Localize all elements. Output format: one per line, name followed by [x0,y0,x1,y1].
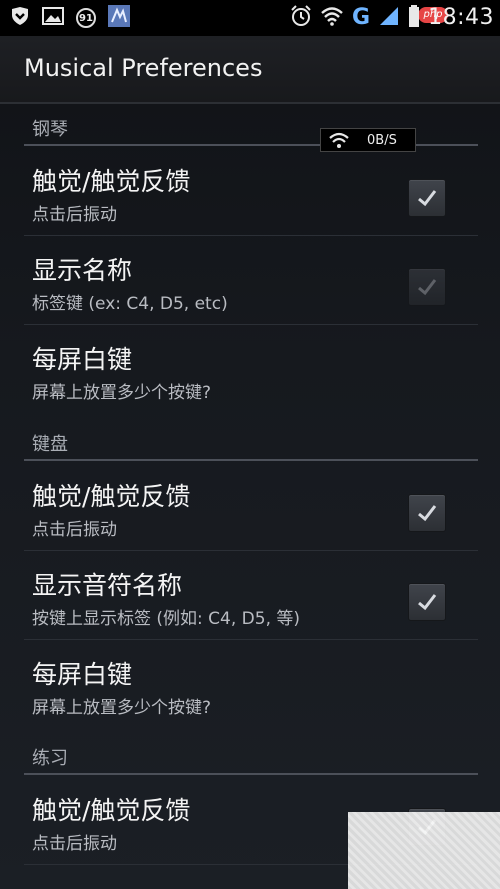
category-label: 键盘 [32,434,68,455]
app-icon [108,5,130,31]
status-bar: 91 php G 18:43 [0,0,500,36]
pref-title: 每屏白键 [32,345,133,374]
keyboard-show-note-names-checkbox[interactable] [408,583,446,621]
pref-title: 触觉/触觉反馈 [32,482,191,511]
checkmark-icon [418,279,437,296]
pref-keyboard-show-note-names[interactable]: 显示音符名称 按键上显示标签 (例如: C4, D5, 等) [24,552,478,640]
pref-keyboard-white-keys-per-screen[interactable]: 每屏白键 屏幕上放置多少个按键? [24,641,478,729]
checkmark-icon [418,505,437,522]
network-type: G [352,5,371,30]
category-label: 钢琴 [32,119,68,140]
page-title: Musical Preferences [24,54,263,82]
category-label: 练习 [32,748,68,769]
piano-show-names-checkbox[interactable] [408,268,446,306]
checkmark-icon [418,190,437,207]
network-speed-text: 0B/S [367,132,397,148]
battery-icon [408,5,420,31]
keyboard-haptic-checkbox[interactable] [408,494,446,532]
pref-title: 每屏白键 [32,660,133,689]
shield-icon [10,6,30,30]
alarm-clock-icon [290,5,312,31]
pref-piano-show-names[interactable]: 显示名称 标签键 (ex: C4, D5, etc) [24,237,478,325]
category-header-practice: 练习 [24,735,478,775]
status-bar-system: G 18:43 [290,4,494,32]
wifi-icon [320,6,344,30]
image-icon [42,7,64,29]
action-bar: Musical Preferences [0,36,500,104]
checkmark-icon [418,594,437,611]
pref-title: 触觉/触觉反馈 [32,167,191,196]
piano-haptic-checkbox[interactable] [408,179,446,217]
category-header-keyboard: 键盘 [24,421,478,461]
pref-title: 触觉/触觉反馈 [32,796,191,825]
app-screen: 91 php G 18:43 Musical Preferences 钢琴 触觉… [0,0,500,889]
pref-summary: 点击后振动 [32,205,117,225]
pref-summary: 标签键 (ex: C4, D5, etc) [32,294,228,314]
network-speed-overlay: 0B/S [320,128,416,152]
clock-time: 18:43 [428,5,494,30]
pref-summary: 点击后振动 [32,834,117,854]
pref-piano-haptic-feedback[interactable]: 触觉/触觉反馈 点击后振动 [24,148,478,236]
pref-summary: 屏幕上放置多少个按键? [32,383,212,403]
pref-summary: 按键上显示标签 (例如: C4, D5, 等) [32,609,301,629]
wifi-icon [329,132,349,148]
pref-summary: 屏幕上放置多少个按键? [32,698,212,718]
pref-title: 显示名称 [32,256,133,285]
signal-icon [378,5,400,31]
pref-keyboard-haptic-feedback[interactable]: 触觉/触觉反馈 点击后振动 [24,463,478,551]
badge-91-icon: 91 [76,8,96,28]
pref-piano-white-keys-per-screen[interactable]: 每屏白键 屏幕上放置多少个按键? [24,326,478,414]
pref-summary: 点击后振动 [32,520,117,540]
watermark-image [348,812,500,889]
pref-title: 显示音符名称 [32,571,183,600]
status-bar-notifications: 91 [10,5,130,31]
